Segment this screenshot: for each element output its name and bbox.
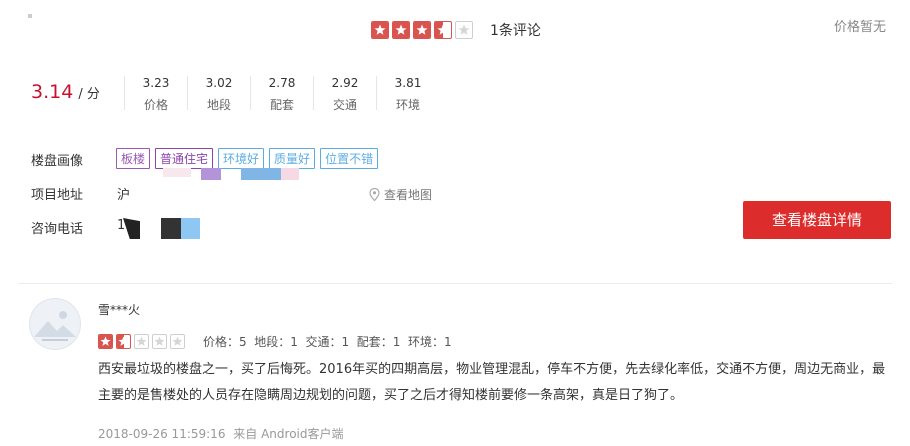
phone-label: 咨询电话 <box>31 222 84 237</box>
sub-scores: 3.23 价格 3.02 地段 2.78 配套 2.92 交通 3.81 环境 <box>124 76 428 113</box>
avatar[interactable] <box>29 298 81 350</box>
portrait-tag: 板楼 <box>116 148 151 169</box>
overall-score-unit: / 分 <box>78 87 100 102</box>
divider <box>124 76 125 110</box>
review-source: 来自 Android客户端 <box>233 427 344 441</box>
address-value: 沪 <box>117 188 131 203</box>
review-text: 西安最垃圾的楼盘之一，买了后悔死。2016年买的四期高层，物业管理混乱，停车不方… <box>98 362 886 403</box>
redaction-block <box>123 218 140 239</box>
review-rating-stars <box>98 334 185 349</box>
divider <box>250 76 251 110</box>
view-map-label: 查看地图 <box>384 188 433 202</box>
star-icon <box>434 21 452 39</box>
review-timestamp: 2018-09-26 11:59:16 <box>98 427 226 441</box>
corner-dot <box>28 14 32 18</box>
redaction-block <box>161 218 181 239</box>
price-status: 价格暂无 <box>834 20 887 35</box>
address-label: 项目地址 <box>31 188 84 203</box>
sub-score-facilities: 2.78 配套 <box>268 76 296 112</box>
portrait-label: 楼盘画像 <box>31 154 84 169</box>
sub-score-environment: 3.81 环境 <box>394 76 422 112</box>
star-icon <box>371 21 389 39</box>
redaction-block <box>181 218 200 239</box>
sub-score-traffic: 2.92 交通 <box>331 76 359 112</box>
star-icon <box>170 334 185 349</box>
review-sub-scores: 价格：5 地段：1 交通：1 配套：1 环境：1 <box>203 335 452 349</box>
reviewer-name[interactable]: 雪***火 <box>98 301 140 318</box>
star-icon <box>413 21 431 39</box>
review-count[interactable]: 1条评论 <box>490 20 541 40</box>
view-details-button[interactable]: 查看楼盘详情 <box>743 201 891 239</box>
divider <box>313 76 314 110</box>
overall-score: 3.14 / 分 <box>31 81 100 103</box>
star-icon <box>116 334 131 349</box>
portrait-tag: 质量好 <box>269 148 316 169</box>
map-pin-icon <box>369 188 380 201</box>
redaction-swatch <box>163 168 191 177</box>
portrait-tag: 环境好 <box>218 148 265 169</box>
sub-score-price: 3.23 价格 <box>142 76 170 112</box>
star-icon <box>152 334 167 349</box>
divider <box>376 76 377 110</box>
star-icon <box>392 21 410 39</box>
star-icon <box>455 21 473 39</box>
overall-rating-stars <box>371 21 473 39</box>
divider <box>187 76 188 110</box>
sub-score-location: 3.02 地段 <box>205 76 233 112</box>
redaction-swatch <box>281 168 299 180</box>
redaction-swatch <box>241 168 281 180</box>
view-map-link[interactable]: 查看地图 <box>369 186 432 203</box>
overall-score-value: 3.14 <box>31 81 74 103</box>
star-icon <box>134 334 149 349</box>
portrait-tag: 普通住宅 <box>155 148 214 169</box>
section-divider <box>18 283 892 284</box>
portrait-tag: 位置不错 <box>320 148 379 169</box>
redaction-swatch <box>201 168 221 180</box>
default-avatar-icon <box>34 311 76 341</box>
tag-list: 板楼 普通住宅 环境好 质量好 位置不错 <box>116 148 379 169</box>
star-icon <box>98 334 113 349</box>
review-meta: 2018-09-26 11:59:16 来自 Android客户端 <box>98 425 344 442</box>
